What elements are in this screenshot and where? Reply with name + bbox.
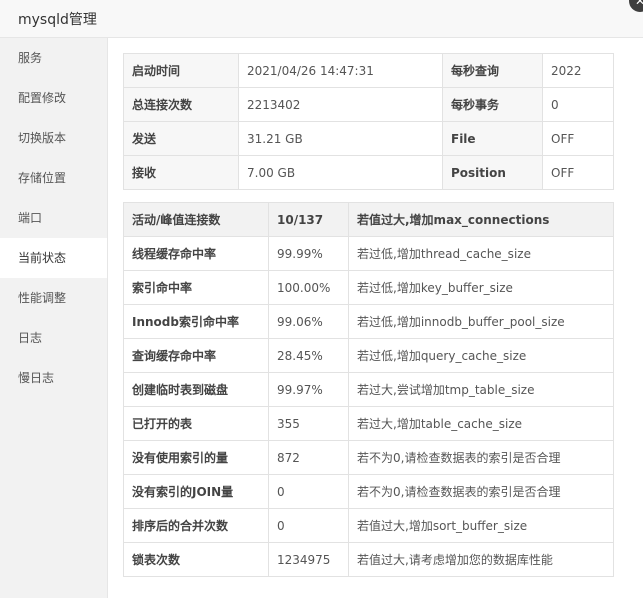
table-row: 线程缓存命中率 99.99% 若过低,增加thread_cache_size: [123, 236, 614, 271]
perf-advice: 若过低,增加key_buffer_size: [348, 270, 614, 305]
perf-advice: 若不为0,请检查数据表的索引是否合理: [348, 440, 614, 475]
sidebar-item-performance[interactable]: 性能调整: [0, 278, 107, 318]
perf-advice: 若值过大,增加sort_buffer_size: [348, 508, 614, 543]
perf-value: 1234975: [268, 542, 349, 577]
info-value: 2022: [542, 53, 614, 88]
window-title: mysqld管理: [18, 12, 97, 28]
info-key: Position: [442, 155, 543, 190]
table-row: 启动时间 2021/04/26 14:47:31 每秒查询 2022: [123, 53, 614, 88]
info-key: 每秒事务: [442, 87, 543, 122]
perf-value: 100.00%: [268, 270, 349, 305]
table-row: 索引命中率 100.00% 若过低,增加key_buffer_size: [123, 270, 614, 305]
sidebar-item-status[interactable]: 当前状态: [0, 238, 107, 278]
info-key: 发送: [123, 121, 239, 156]
perf-value: 99.99%: [268, 236, 349, 271]
table-row: 创建临时表到磁盘 99.97% 若过大,尝试增加tmp_table_size: [123, 372, 614, 407]
sidebar-item-storage[interactable]: 存储位置: [0, 158, 107, 198]
table-row: 没有索引的JOIN量 0 若不为0,请检查数据表的索引是否合理: [123, 474, 614, 509]
sidebar-item-slow-log[interactable]: 慢日志: [0, 358, 107, 398]
info-key: 启动时间: [123, 53, 239, 88]
perf-name: Innodb索引命中率: [123, 304, 269, 339]
perf-name: 排序后的合并次数: [123, 508, 269, 543]
info-value: OFF: [542, 121, 614, 156]
perf-name: 活动/峰值连接数: [123, 202, 269, 237]
table-row: 接收 7.00 GB Position OFF: [123, 155, 614, 190]
table-row: 锁表次数 1234975 若值过大,请考虑增加您的数据库性能: [123, 542, 614, 577]
sidebar: 服务 配置修改 切换版本 存储位置 端口 当前状态 性能调整 日志 慢日志: [0, 38, 108, 598]
sidebar-item-switch-version[interactable]: 切换版本: [0, 118, 107, 158]
perf-value: 0: [268, 474, 349, 509]
perf-name: 查询缓存命中率: [123, 338, 269, 373]
perf-advice: 若值过大,增加max_connections: [348, 202, 614, 237]
info-value: 2021/04/26 14:47:31: [238, 53, 443, 88]
perf-value: 10/137: [268, 202, 349, 237]
info-value: 2213402: [238, 87, 443, 122]
info-key: 接收: [123, 155, 239, 190]
perf-value: 355: [268, 406, 349, 441]
table-header-row: 活动/峰值连接数 10/137 若值过大,增加max_connections: [123, 202, 614, 237]
perf-advice: 若不为0,请检查数据表的索引是否合理: [348, 474, 614, 509]
perf-name: 没有索引的JOIN量: [123, 474, 269, 509]
info-key: 总连接次数: [123, 87, 239, 122]
close-icon[interactable]: ✕: [629, 0, 643, 12]
main-content: 启动时间 2021/04/26 14:47:31 每秒查询 2022 总连接次数…: [123, 53, 614, 577]
perf-name: 创建临时表到磁盘: [123, 372, 269, 407]
table-row: 发送 31.21 GB File OFF: [123, 121, 614, 156]
perf-name: 已打开的表: [123, 406, 269, 441]
performance-table: 活动/峰值连接数 10/137 若值过大,增加max_connections 线…: [123, 202, 614, 577]
table-row: 已打开的表 355 若过大,增加table_cache_size: [123, 406, 614, 441]
perf-advice: 若过低,增加innodb_buffer_pool_size: [348, 304, 614, 339]
table-row: Innodb索引命中率 99.06% 若过低,增加innodb_buffer_p…: [123, 304, 614, 339]
info-key: File: [442, 121, 543, 156]
sidebar-item-config[interactable]: 配置修改: [0, 78, 107, 118]
perf-name: 索引命中率: [123, 270, 269, 305]
info-key: 每秒查询: [442, 53, 543, 88]
perf-advice: 若过低,增加thread_cache_size: [348, 236, 614, 271]
sidebar-item-log[interactable]: 日志: [0, 318, 107, 358]
perf-value: 28.45%: [268, 338, 349, 373]
perf-name: 锁表次数: [123, 542, 269, 577]
perf-advice: 若过低,增加query_cache_size: [348, 338, 614, 373]
perf-name: 线程缓存命中率: [123, 236, 269, 271]
info-value: 0: [542, 87, 614, 122]
table-row: 排序后的合并次数 0 若值过大,增加sort_buffer_size: [123, 508, 614, 543]
info-value: OFF: [542, 155, 614, 190]
perf-value: 872: [268, 440, 349, 475]
title-bar: mysqld管理 ✕: [0, 0, 643, 38]
perf-advice: 若值过大,请考虑增加您的数据库性能: [348, 542, 614, 577]
info-value: 7.00 GB: [238, 155, 443, 190]
table-row: 总连接次数 2213402 每秒事务 0: [123, 87, 614, 122]
perf-advice: 若过大,增加table_cache_size: [348, 406, 614, 441]
table-row: 没有使用索引的量 872 若不为0,请检查数据表的索引是否合理: [123, 440, 614, 475]
info-value: 31.21 GB: [238, 121, 443, 156]
sidebar-item-port[interactable]: 端口: [0, 198, 107, 238]
perf-value: 99.06%: [268, 304, 349, 339]
perf-value: 0: [268, 508, 349, 543]
sidebar-item-service[interactable]: 服务: [0, 38, 107, 78]
status-info-table: 启动时间 2021/04/26 14:47:31 每秒查询 2022 总连接次数…: [123, 53, 614, 190]
perf-advice: 若过大,尝试增加tmp_table_size: [348, 372, 614, 407]
table-row: 查询缓存命中率 28.45% 若过低,增加query_cache_size: [123, 338, 614, 373]
perf-value: 99.97%: [268, 372, 349, 407]
perf-name: 没有使用索引的量: [123, 440, 269, 475]
